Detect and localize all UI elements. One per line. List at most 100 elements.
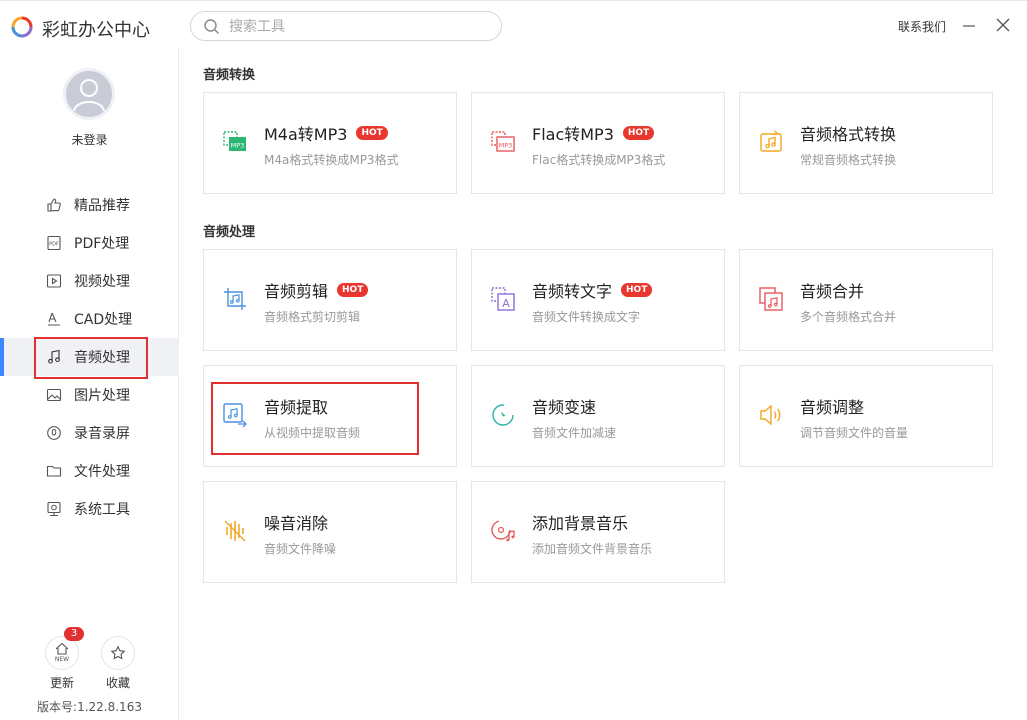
contact-us-link[interactable]: 联系我们	[898, 18, 946, 35]
scrollbar[interactable]	[1020, 48, 1027, 720]
sidebar-item-featured[interactable]: 精品推荐	[0, 186, 179, 224]
sidebar-item-label: PDF处理	[74, 236, 130, 252]
video-icon	[46, 274, 62, 288]
rainbow-logo-icon	[11, 16, 33, 38]
tool-card-title: 音频剪辑 HOT	[264, 278, 369, 302]
tool-card-description: 音频文件加减速	[532, 426, 617, 440]
sidebar-item-cad[interactable]: CAD处理	[0, 300, 179, 338]
sidebar-item-label: CAD处理	[74, 312, 133, 328]
update-count-badge: 3	[64, 627, 84, 641]
sidebar-item-label: 录音录屏	[74, 426, 130, 442]
audio-extract-icon	[223, 403, 247, 428]
tool-card-description: 从视频中提取音频	[264, 426, 361, 440]
m4a-to-mp3-icon: MP3	[223, 131, 246, 151]
sidebar-item-label: 视频处理	[74, 274, 130, 290]
volume-icon	[760, 404, 781, 426]
close-icon[interactable]	[994, 16, 1012, 34]
tool-card-audio-to-text[interactable]: A 音频转文字 HOT 音频文件转换成文字	[471, 249, 725, 351]
tool-card-title: 音频合并	[800, 278, 864, 302]
search-box[interactable]	[190, 11, 502, 41]
minimize-icon[interactable]	[960, 16, 978, 34]
favorites-button[interactable]	[101, 636, 135, 670]
mp3-icon-text: MP3	[231, 142, 245, 150]
tool-card-title: 音频转文字 HOT	[532, 278, 653, 302]
tool-card-description: M4a格式转换成MP3格式	[264, 153, 399, 167]
pdf-icon: PDF	[47, 235, 61, 251]
sidebar-item-label: 音频处理	[74, 350, 130, 366]
sidebar-item-recording[interactable]: 录音录屏	[0, 414, 179, 452]
tool-card-description: 常规音频格式转换	[800, 153, 897, 167]
audio-speed-icon	[492, 404, 514, 426]
tool-card-audio-adjust[interactable]: 音频调整 调节音频文件的音量	[739, 365, 993, 467]
tool-card-audio-format-convert[interactable]: 音频格式转换 常规音频格式转换	[739, 92, 993, 194]
hot-badge: HOT	[337, 283, 369, 297]
sidebar-item-files[interactable]: 文件处理	[0, 452, 179, 490]
sidebar-item-system-tools[interactable]: 系统工具	[0, 490, 179, 528]
window-top-edge	[0, 0, 1027, 3]
tool-card-audio-merge[interactable]: 音频合并 多个音频格式合并	[739, 249, 993, 351]
sidebar: 未登录 精品推荐 PDF PDF处理 视频处理 CAD处理 音频处理 图片处理 …	[0, 48, 179, 720]
tool-card-m4a-to-mp3[interactable]: MP3 M4a转MP3 HOT M4a格式转换成MP3格式	[203, 92, 457, 194]
card-title-text: 音频格式转换	[800, 125, 897, 144]
tool-card-description: 调节音频文件的音量	[800, 426, 909, 440]
audio-convert-icon	[760, 130, 782, 152]
sidebar-item-audio[interactable]: 音频处理	[0, 338, 179, 376]
tool-card-title: 音频格式转换	[800, 121, 896, 145]
background-music-icon	[491, 520, 515, 542]
card-title-text: 音频提取	[264, 398, 329, 417]
card-title-text: 噪音消除	[264, 514, 329, 533]
card-title-text: Flac转MP3	[532, 125, 614, 144]
text-a-glyph: A	[502, 297, 510, 310]
tool-card-title: 添加背景音乐	[532, 510, 628, 534]
app-title: 彩虹办公中心	[42, 20, 150, 41]
tool-card-add-background-music[interactable]: 添加背景音乐 添加音频文件背景音乐	[471, 481, 725, 583]
sidebar-item-pdf[interactable]: PDF PDF处理	[0, 224, 179, 262]
avatar[interactable]	[63, 68, 115, 120]
tool-card-audio-extract[interactable]: 音频提取 从视频中提取音频	[203, 365, 457, 467]
tool-card-description: 音频文件降噪	[264, 542, 337, 556]
hot-badge: HOT	[356, 126, 388, 140]
search-input[interactable]	[229, 16, 489, 38]
update-home-icon	[55, 642, 69, 655]
card-title-text: 音频合并	[800, 282, 865, 301]
tool-card-title: 音频提取	[264, 394, 328, 418]
tool-card-title: Flac转MP3 HOT	[532, 121, 655, 145]
tool-card-description: 音频文件转换成文字	[532, 310, 641, 324]
tool-card-description: Flac格式转换成MP3格式	[532, 153, 666, 167]
sidebar-item-image[interactable]: 图片处理	[0, 376, 179, 414]
tool-card-description: 添加音频文件背景音乐	[532, 542, 653, 556]
update-label[interactable]: 更新	[42, 674, 82, 691]
audio-cut-icon	[224, 288, 246, 310]
audio-to-text-icon: A	[491, 287, 515, 311]
login-status[interactable]: 未登录	[0, 131, 179, 148]
update-button[interactable]: NEW	[45, 636, 79, 670]
image-icon	[46, 388, 62, 402]
mp3-icon-text: MP3	[499, 142, 513, 150]
search-icon	[204, 19, 219, 34]
user-icon	[73, 79, 105, 112]
sidebar-nav: 精品推荐 PDF PDF处理 视频处理 CAD处理 音频处理 图片处理 录音录屏	[0, 186, 179, 528]
flac-to-mp3-icon: MP3	[491, 131, 515, 152]
system-tool-icon	[47, 501, 61, 517]
tool-card-title: 音频变速	[532, 394, 596, 418]
card-title-text: M4a转MP3	[264, 125, 348, 144]
card-title-text: 音频调整	[800, 398, 865, 417]
tool-card-audio-cut[interactable]: 音频剪辑 HOT 音频格式剪切剪辑	[203, 249, 457, 351]
card-title-text: 添加背景音乐	[532, 514, 629, 533]
tool-card-description: 多个音频格式合并	[800, 310, 897, 324]
sidebar-item-video[interactable]: 视频处理	[0, 262, 179, 300]
tool-card-title: M4a转MP3 HOT	[264, 121, 388, 145]
favorites-label[interactable]: 收藏	[98, 674, 138, 691]
sidebar-footer: NEW 3 更新 收藏 版本号:1.22.8.163	[0, 627, 179, 720]
audio-merge-icon	[759, 287, 783, 311]
star-icon	[110, 645, 126, 660]
tool-card-title: 噪音消除	[264, 510, 328, 534]
card-title-text: 音频转文字	[532, 282, 613, 301]
sidebar-item-label: 系统工具	[74, 502, 130, 518]
tool-card-flac-to-mp3[interactable]: MP3 Flac转MP3 HOT Flac格式转换成MP3格式	[471, 92, 725, 194]
tool-card-noise-removal[interactable]: 噪音消除 音频文件降噪	[203, 481, 457, 583]
card-title-text: 音频剪辑	[264, 282, 329, 301]
sidebar-item-label: 精品推荐	[74, 198, 130, 214]
tool-card-audio-speed[interactable]: 音频变速 音频文件加减速	[471, 365, 725, 467]
section-title-audio-processing: 音频处理	[203, 225, 256, 240]
